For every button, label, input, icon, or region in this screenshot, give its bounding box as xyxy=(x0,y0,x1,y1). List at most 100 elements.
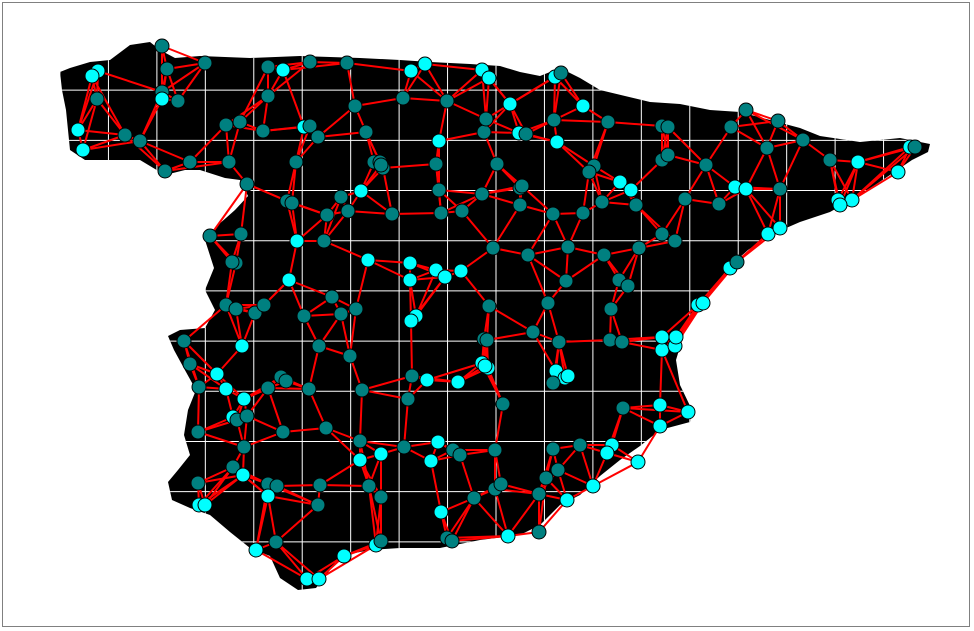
network-node-light xyxy=(360,252,376,268)
network-node-light xyxy=(281,272,297,288)
network-node-dark xyxy=(373,157,389,173)
network-node-dark xyxy=(512,197,528,213)
network-node-light xyxy=(654,342,670,358)
network-node-dark xyxy=(340,203,356,219)
network-node-dark xyxy=(190,424,206,440)
network-node-dark xyxy=(319,207,335,223)
network-node-dark xyxy=(452,447,468,463)
network-node-dark xyxy=(531,524,547,540)
network-node-light xyxy=(850,154,866,170)
network-node-dark xyxy=(531,486,547,502)
network-node-dark xyxy=(318,420,334,436)
network-node-dark xyxy=(546,112,562,128)
network-node-light xyxy=(84,68,100,84)
network-node-light xyxy=(630,454,646,470)
network-node-dark xyxy=(395,90,411,106)
network-node-dark xyxy=(260,88,276,104)
network-node-light xyxy=(197,497,213,513)
network-node-light xyxy=(353,183,369,199)
network-node-dark xyxy=(729,254,745,270)
network-node-dark xyxy=(342,348,358,364)
network-node-dark xyxy=(553,65,569,81)
network-node-dark xyxy=(614,334,630,350)
network-node-dark xyxy=(514,178,530,194)
network-edge xyxy=(410,320,413,377)
network-node-dark xyxy=(260,59,276,75)
network-node-dark xyxy=(132,133,148,149)
network-node-dark xyxy=(339,55,355,71)
network-node-light xyxy=(403,63,419,79)
network-node-dark xyxy=(301,381,317,397)
network-node-light xyxy=(549,134,565,150)
network-node-light xyxy=(236,391,252,407)
network-node-dark xyxy=(347,98,363,114)
network-node-light xyxy=(430,434,446,450)
network-node-light xyxy=(450,374,466,390)
network-node-dark xyxy=(275,424,291,440)
network-node-dark xyxy=(232,114,248,130)
network-node-light xyxy=(437,269,453,285)
network-node-light xyxy=(599,445,615,461)
network-node-light xyxy=(70,122,86,138)
network-node-dark xyxy=(596,247,612,263)
network-node-light xyxy=(559,492,575,508)
network-node-dark xyxy=(478,111,494,127)
network-node-dark xyxy=(239,176,255,192)
network-node-dark xyxy=(481,298,497,314)
network-node-dark xyxy=(182,356,198,372)
network-node-light xyxy=(652,397,668,413)
map-canvas xyxy=(60,38,930,590)
network-node-dark xyxy=(594,194,610,210)
network-node-light xyxy=(402,272,418,288)
network-node-dark xyxy=(698,157,714,173)
network-node-dark xyxy=(476,124,492,140)
network-node-dark xyxy=(551,334,567,350)
network-node-dark xyxy=(333,189,349,205)
network-node-dark xyxy=(431,182,447,198)
network-node-light xyxy=(453,263,469,279)
network-node-dark xyxy=(770,113,786,129)
network-node-light xyxy=(154,91,170,107)
network-node-light xyxy=(402,255,418,271)
network-node-dark xyxy=(572,437,588,453)
network-node-light xyxy=(431,133,447,149)
network-node-dark xyxy=(538,470,554,486)
network-node-dark xyxy=(439,93,455,109)
network-node-dark xyxy=(667,233,683,249)
network-node-light xyxy=(352,452,368,468)
network-node-dark xyxy=(540,295,556,311)
network-node-dark xyxy=(288,154,304,170)
network-node-dark xyxy=(284,195,300,211)
network-node-light xyxy=(832,197,848,213)
network-node-dark xyxy=(489,156,505,172)
network-node-dark xyxy=(525,324,541,340)
network-node-dark xyxy=(603,301,619,317)
network-node-light xyxy=(668,329,684,345)
network-node-dark xyxy=(278,373,294,389)
network-node-dark xyxy=(485,240,501,256)
network-node-light xyxy=(502,96,518,112)
network-node-dark xyxy=(190,475,206,491)
network-node-dark xyxy=(89,91,105,107)
network-node-dark xyxy=(236,439,252,455)
network-node-dark xyxy=(654,226,670,242)
network-node-dark xyxy=(575,205,591,221)
network-node-dark xyxy=(316,233,332,249)
network-node-dark xyxy=(711,196,727,212)
network-node-dark xyxy=(428,156,444,172)
network-node-light xyxy=(336,548,352,564)
network-node-dark xyxy=(202,228,218,244)
network-node-dark xyxy=(324,289,340,305)
network-node-dark xyxy=(354,382,370,398)
network-node-dark xyxy=(795,132,811,148)
network-node-dark xyxy=(233,226,249,242)
network-node-light xyxy=(218,381,234,397)
network-node-dark xyxy=(333,306,349,322)
network-node-dark xyxy=(759,140,775,156)
network-node-light xyxy=(75,142,91,158)
network-node-dark xyxy=(822,152,838,168)
network-node-dark xyxy=(311,338,327,354)
network-node-dark xyxy=(154,38,170,54)
network-node-dark xyxy=(487,442,503,458)
network-node-light xyxy=(373,446,389,462)
